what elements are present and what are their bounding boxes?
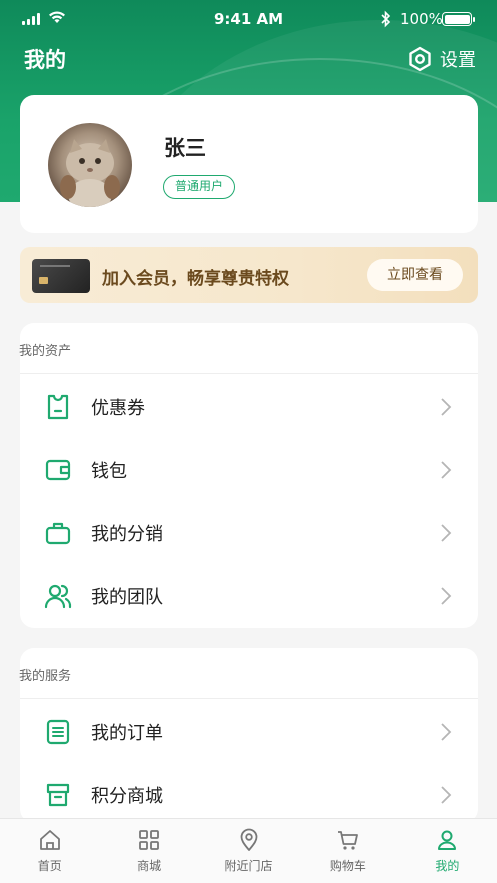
tab-label: 首页 xyxy=(37,859,62,873)
menu-item-points-mall[interactable]: 积分商城 xyxy=(20,763,478,826)
cart-icon xyxy=(337,831,358,850)
tab-mine[interactable]: 我的 xyxy=(398,819,497,883)
chevron-right-icon xyxy=(441,461,452,479)
menu-item-coupons[interactable]: 优惠券 xyxy=(20,375,478,438)
coupon-icon xyxy=(47,394,69,420)
menu-item-label: 积分商城 xyxy=(91,786,163,807)
menu-item-label: 我的分销 xyxy=(91,524,163,545)
cat-photo-icon xyxy=(60,139,120,207)
menu-item-orders[interactable]: 我的订单 xyxy=(20,700,478,763)
menu-item-distribution[interactable]: 我的分销 xyxy=(20,501,478,564)
chevron-right-icon xyxy=(441,587,452,605)
tab-mall[interactable]: 商城 xyxy=(99,819,198,883)
membership-card-icon xyxy=(32,259,90,293)
chevron-right-icon xyxy=(441,786,452,804)
tab-label: 附近门店 xyxy=(224,859,273,873)
grid-icon xyxy=(139,830,160,850)
battery-icon xyxy=(442,12,475,26)
settings-hexagon-icon xyxy=(409,46,431,72)
menu-item-wallet[interactable]: 钱包 xyxy=(20,438,478,501)
wallet-icon xyxy=(45,459,71,481)
section-divider xyxy=(20,698,478,699)
tab-cart[interactable]: 购物车 xyxy=(298,819,397,883)
menu-item-label: 我的订单 xyxy=(91,723,163,744)
avatar[interactable] xyxy=(48,123,132,207)
vip-view-button[interactable]: 立即查看 xyxy=(367,259,463,291)
section-divider xyxy=(20,373,478,374)
profile-card[interactable]: 张三 普通用户 xyxy=(20,95,478,233)
menu-item-label: 钱包 xyxy=(91,461,127,482)
vip-banner-text: 加入会员，畅享尊贵特权 xyxy=(102,269,289,289)
chevron-right-icon xyxy=(441,398,452,416)
briefcase-icon xyxy=(45,522,71,545)
settings-label: 设置 xyxy=(440,50,476,71)
menu-item-label: 优惠券 xyxy=(91,398,145,419)
home-icon xyxy=(39,830,60,850)
tab-home[interactable]: 首页 xyxy=(0,819,99,883)
chevron-right-icon xyxy=(441,723,452,741)
menu-item-label: 我的团队 xyxy=(91,587,163,608)
location-pin-icon xyxy=(240,828,257,851)
status-bar: 9:41 AM 100% xyxy=(0,0,497,40)
tab-label: 商城 xyxy=(137,859,162,873)
tab-label: 我的 xyxy=(435,859,460,873)
bluetooth-icon xyxy=(381,10,391,28)
settings-button[interactable]: 设置 xyxy=(408,46,476,72)
team-icon xyxy=(44,584,72,609)
tab-label: 购物车 xyxy=(329,859,366,873)
tab-nearby-stores[interactable]: 附近门店 xyxy=(199,819,298,883)
user-role-badge: 普通用户 xyxy=(163,175,236,199)
services-section-heading: 我的服务 xyxy=(19,669,72,684)
vip-banner[interactable]: 加入会员，畅享尊贵特权 立即查看 xyxy=(20,247,478,303)
battery-percentage: 100% xyxy=(400,10,443,28)
chevron-right-icon xyxy=(441,524,452,542)
store-icon xyxy=(46,783,70,807)
user-name: 张三 xyxy=(164,136,206,160)
menu-item-team[interactable]: 我的团队 xyxy=(20,564,478,627)
user-icon xyxy=(438,830,457,850)
bottom-tab-bar: 首页 商城 附近门店 购物车 我的 xyxy=(0,818,497,883)
order-icon xyxy=(46,719,70,745)
page-title: 我的 xyxy=(24,48,66,72)
assets-section-heading: 我的资产 xyxy=(19,344,72,359)
